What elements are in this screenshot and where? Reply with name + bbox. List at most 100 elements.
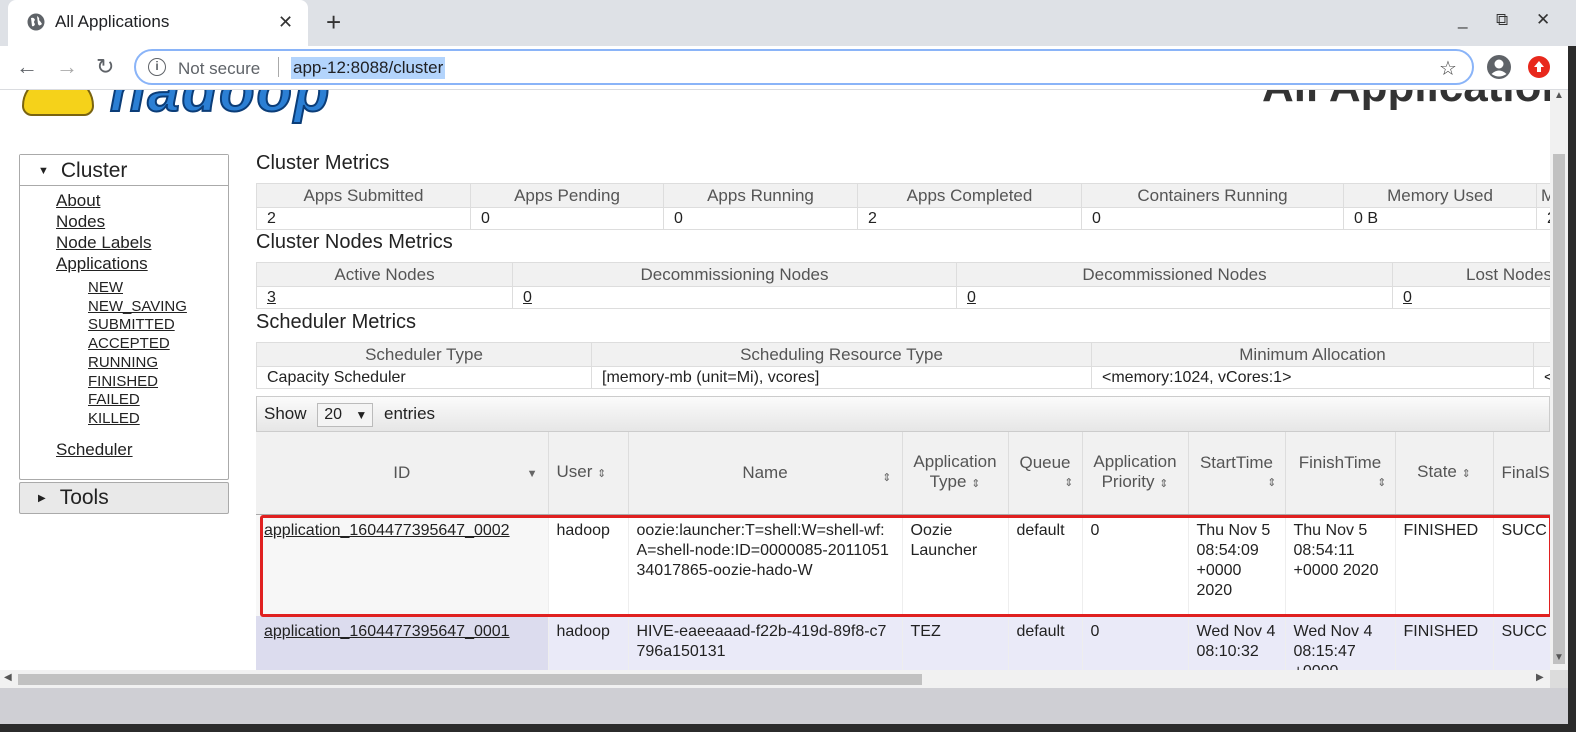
back-icon[interactable]: ← [16, 54, 38, 80]
decommissioned-nodes-link[interactable]: 0 [956, 286, 1393, 309]
vertical-scrollbar[interactable]: ▲ ▼ [1550, 90, 1568, 670]
state-link-new[interactable]: NEW [88, 279, 228, 298]
sort-header-priority[interactable]: Application Priority ⇕ [1082, 432, 1189, 515]
tools-section-header[interactable]: ▶ Tools [19, 482, 229, 514]
forward-icon[interactable]: → [56, 54, 78, 80]
cluster-label: Cluster [60, 159, 128, 182]
app-id-cell: application_1604477395647_0001 [256, 616, 549, 670]
state-link-submitted[interactable]: SUBMITTED [88, 316, 228, 335]
type-cell: TEZ [902, 616, 1009, 670]
new-tab-icon[interactable]: + [326, 7, 341, 38]
globe-icon [27, 13, 45, 31]
sort-icon: ⇕ [1377, 476, 1387, 489]
column-header: State [1417, 461, 1457, 481]
column-header: Decommissioning Nodes [512, 262, 957, 287]
resource-type-value: [memory-mb (unit=Mi), vcores] [591, 366, 1092, 389]
sort-header-queue[interactable]: Queue ⇕ [1008, 432, 1083, 515]
security-label: Not secure [178, 59, 261, 78]
nav-link-about[interactable]: About [56, 190, 228, 211]
page-size-select[interactable]: 20 ▼ [317, 402, 374, 427]
finalstatus-cell: SUCC [1493, 616, 1550, 670]
sort-header-finalstatus[interactable]: FinalStatus [1493, 432, 1550, 515]
info-icon[interactable]: i [148, 58, 166, 76]
cluster-section-header[interactable]: ▼ Cluster [20, 155, 228, 186]
sort-header-type[interactable]: Application Type ⇕ [902, 432, 1009, 515]
metric-value: 2 [857, 207, 1082, 230]
horizontal-scroll-thumb[interactable] [18, 674, 922, 685]
sort-header-state[interactable]: State ⇕ [1395, 432, 1494, 515]
scheduler-metrics-table: Scheduler Type Scheduling Resource Type … [256, 342, 1550, 389]
sort-header-finishtime[interactable]: FinishTime ⇕ [1285, 432, 1396, 515]
column-header: Application Type [913, 451, 997, 491]
app-id-link[interactable]: application_1604477395647_0001 [264, 623, 510, 640]
state-link-failed[interactable]: FAILED [88, 391, 228, 410]
scroll-right-icon[interactable]: ▶ [1536, 672, 1544, 683]
bookmark-star-icon[interactable]: ☆ [1439, 56, 1457, 81]
metric-value: 2 [1536, 207, 1550, 230]
nav-link-node-labels[interactable]: Node Labels [56, 232, 228, 253]
tab-close-icon[interactable]: ✕ [278, 12, 293, 33]
sort-icon: ⇕ [971, 477, 981, 490]
minimize-icon[interactable]: _ [1458, 10, 1467, 30]
column-header: Containers Running [1081, 183, 1344, 208]
table-header-row: Apps Submitted Apps Pending Apps Running… [256, 183, 1550, 208]
column-header: Active Nodes [256, 262, 513, 287]
restore-icon[interactable]: ⧉ [1496, 10, 1508, 30]
horizontal-scrollbar[interactable]: ◀ ▶ [0, 670, 1550, 688]
metric-value: 0 [470, 207, 664, 230]
sort-icon: ⇕ [1064, 476, 1074, 489]
sort-header-user[interactable]: User ⇕ [548, 432, 629, 515]
sort-icon: ⇕ [597, 467, 607, 480]
expanded-triangle-icon: ▼ [38, 165, 49, 177]
column-header: Apps Completed [857, 183, 1082, 208]
window-frame-bottom [0, 724, 1576, 732]
max-allocation-value: < [1533, 366, 1550, 389]
profile-icon[interactable] [1486, 54, 1512, 80]
table-row: 3 0 0 0 [256, 286, 1550, 309]
url-text[interactable]: app-12:8088/cluster [291, 57, 446, 79]
state-link-new-saving[interactable]: NEW_SAVING [88, 298, 228, 317]
table-row[interactable]: application_1604477395647_0001 hadoop HI… [256, 616, 1550, 670]
reload-icon[interactable]: ↻ [96, 54, 114, 80]
browser-tab[interactable]: All Applications ✕ [8, 0, 308, 46]
min-allocation-value: <memory:1024, vCores:1> [1091, 366, 1534, 389]
column-header: ID [393, 462, 411, 482]
page-size-value: 20 [324, 405, 343, 423]
vertical-scroll-thumb[interactable] [1553, 154, 1565, 664]
page-header: hadoop All Applications [0, 90, 1550, 130]
state-link-accepted[interactable]: ACCEPTED [88, 335, 228, 354]
address-bar[interactable]: i Not secure app-12:8088/cluster ☆ [134, 49, 1474, 85]
update-icon[interactable] [1528, 56, 1550, 78]
scroll-down-icon[interactable]: ▼ [1554, 652, 1564, 663]
tab-title: All Applications [55, 12, 170, 31]
active-nodes-link[interactable]: 3 [256, 286, 513, 309]
state-link-killed[interactable]: KILLED [88, 410, 228, 429]
state-link-finished[interactable]: FINISHED [88, 373, 228, 392]
table-header-row: ID ▼ User ⇕ Name ⇕ Application Type ⇕ Queu… [256, 432, 1550, 515]
omnibox-divider [278, 57, 279, 77]
lost-nodes-link[interactable]: 0 [1392, 286, 1550, 309]
finishtime-cell: Thu Nov 5 08:54:11 +0000 2020 [1285, 514, 1396, 616]
sort-header-starttime[interactable]: StartTime ⇕ [1188, 432, 1286, 515]
sort-header-id[interactable]: ID ▼ [256, 432, 549, 515]
hadoop-elephant-logo [22, 90, 94, 116]
state-link-running[interactable]: RUNNING [88, 354, 228, 373]
nav-link-applications[interactable]: Applications [56, 253, 228, 274]
nav-link-scheduler[interactable]: Scheduler [56, 439, 228, 460]
column-header: Apps Submitted [256, 183, 471, 208]
collapsed-triangle-icon: ▶ [38, 493, 46, 504]
app-id-link[interactable]: application_1604477395647_0002 [264, 522, 510, 539]
sort-header-name[interactable]: Name ⇕ [628, 432, 903, 515]
apps-table-controls: Show 20 ▼ entries [256, 396, 1550, 432]
column-header: Scheduler Type [256, 342, 592, 367]
nav-link-nodes[interactable]: Nodes [56, 211, 228, 232]
decommissioning-nodes-link[interactable]: 0 [512, 286, 957, 309]
column-header: Memory Used [1343, 183, 1537, 208]
scroll-left-icon[interactable]: ◀ [4, 672, 12, 683]
status-area [0, 688, 1568, 724]
table-row[interactable]: application_1604477395647_0002 hadoop oo… [256, 514, 1550, 616]
window-close-icon[interactable]: ✕ [1536, 10, 1550, 30]
scroll-up-icon[interactable]: ▲ [1554, 90, 1564, 101]
column-header: Lost Nodes [1392, 262, 1550, 287]
metric-value: 0 [1081, 207, 1344, 230]
